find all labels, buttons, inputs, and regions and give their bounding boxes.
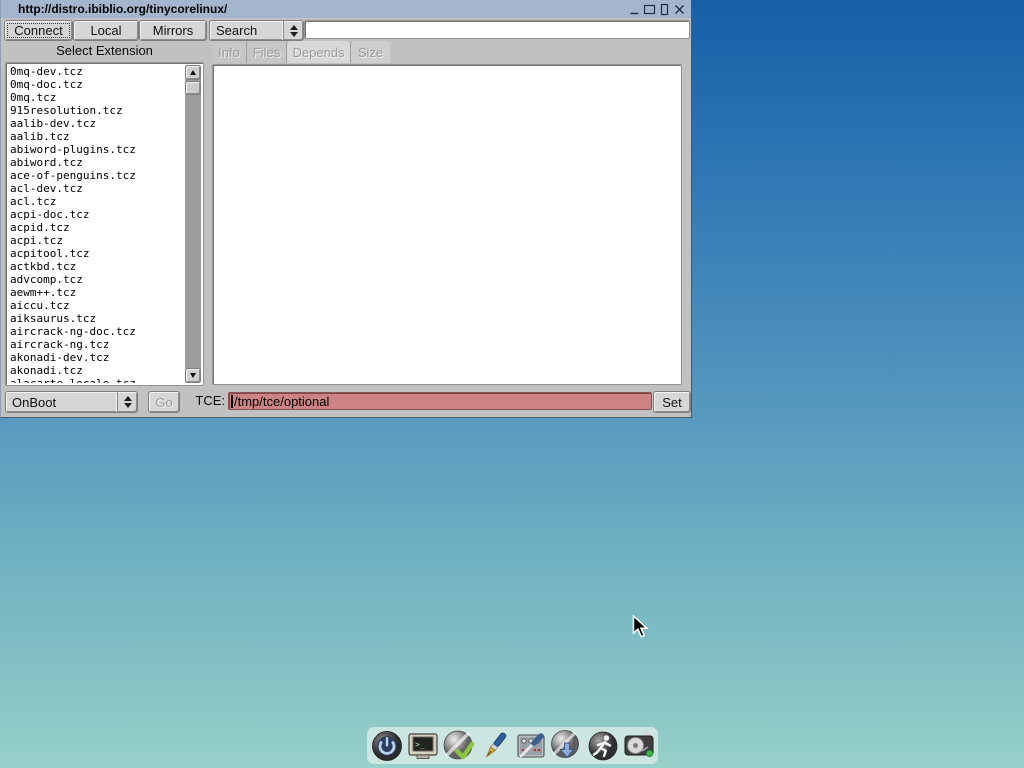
text-caret [231,395,233,408]
list-item[interactable]: acl-dev.tcz [8,182,184,195]
list-item[interactable]: aircrack-ng.tcz [8,338,184,351]
list-item[interactable]: aircrack-ng-doc.tcz [8,325,184,338]
list-item[interactable]: akonadi-dev.tcz [8,351,184,364]
list-item[interactable]: aewm++.tcz [8,286,184,299]
editor-icon[interactable] [478,729,512,763]
appbrowser-icon[interactable] [550,729,584,763]
window-title: http://distro.ibiblio.org/tinycorelinux/ [1,2,227,16]
list-item[interactable]: 0mq-doc.tcz [8,78,184,91]
controls-icon[interactable] [514,729,548,763]
list-item[interactable]: 0mq-dev.tcz [8,65,184,78]
scroll-up-icon[interactable] [185,65,201,80]
tab-info[interactable]: Info [212,41,246,63]
tce-label: TCE: [179,391,225,411]
onboot-label: OnBoot [6,395,117,410]
list-item[interactable]: abiword-plugins.tcz [8,143,184,156]
package-list-items: 0mq-dev.tcz0mq-doc.tcz0mq.tcz915resoluti… [8,65,184,383]
terminal-prompt-glyph: >_ [415,740,425,749]
search-mode-dropdown[interactable]: Search [209,20,304,41]
chevron-updown-icon [117,392,137,412]
shade-button[interactable] [657,2,671,16]
list-item[interactable]: ace-of-penguins.tcz [8,169,184,182]
maximize-button[interactable] [642,2,656,16]
list-item[interactable]: acpi-doc.tcz [8,208,184,221]
connect-button[interactable]: Connect [4,20,73,41]
detail-tabs: Info Files Depends Size [212,41,390,63]
scrollbar-thumb[interactable] [185,81,201,95]
tce-path-value: /tmp/tce/optional [234,394,329,409]
exit-icon[interactable] [370,729,404,763]
detail-panel [212,64,682,385]
scroll-down-icon[interactable] [185,368,201,383]
tab-size[interactable]: Size [350,41,390,63]
list-item[interactable]: aiccu.tcz [8,299,184,312]
tab-depends[interactable]: Depends [286,41,350,63]
list-item[interactable]: aiksaurus.tcz [8,312,184,325]
tce-path-input[interactable]: /tmp/tce/optional [228,392,652,410]
list-item[interactable]: 915resolution.tcz [8,104,184,117]
list-item[interactable]: abiword.tcz [8,156,184,169]
mount-icon[interactable] [622,729,656,763]
list-item[interactable]: acpi.tcz [8,234,184,247]
titlebar[interactable]: http://distro.ibiblio.org/tinycorelinux/ [1,0,691,18]
local-button[interactable]: Local [73,20,139,41]
list-header: Select Extension [1,43,208,58]
go-button[interactable]: Go [148,391,180,413]
set-button[interactable]: Set [653,391,691,413]
list-item[interactable]: aalib-dev.tcz [8,117,184,130]
minimize-button[interactable] [627,2,641,16]
cpanel-icon[interactable] [442,729,476,763]
run-icon[interactable] [586,729,620,763]
list-item[interactable]: alacarte-locale.tcz [8,377,184,383]
mouse-cursor [632,615,650,645]
list-item[interactable]: actkbd.tcz [8,260,184,273]
mirrors-button[interactable]: Mirrors [139,20,207,41]
list-scrollbar[interactable] [185,65,201,383]
list-item[interactable]: acpitool.tcz [8,247,184,260]
tab-files[interactable]: Files [246,41,286,63]
list-item[interactable]: acpid.tcz [8,221,184,234]
dock-bar: >_ [367,727,658,764]
terminal-icon[interactable]: >_ [406,729,440,763]
list-item[interactable]: 0mq.tcz [8,91,184,104]
window-controls [627,2,691,16]
close-button[interactable] [672,2,686,16]
onboot-dropdown[interactable]: OnBoot [5,391,138,413]
package-list: 0mq-dev.tcz0mq-doc.tcz0mq.tcz915resoluti… [5,62,204,386]
search-mode-label: Search [210,23,283,38]
list-item[interactable]: akonadi.tcz [8,364,184,377]
list-item[interactable]: aalib.tcz [8,130,184,143]
search-input[interactable] [304,20,690,39]
list-item[interactable]: acl.tcz [8,195,184,208]
list-item[interactable]: advcomp.tcz [8,273,184,286]
app-browser-window: http://distro.ibiblio.org/tinycorelinux/… [0,0,692,418]
chevron-updown-icon [283,21,303,40]
